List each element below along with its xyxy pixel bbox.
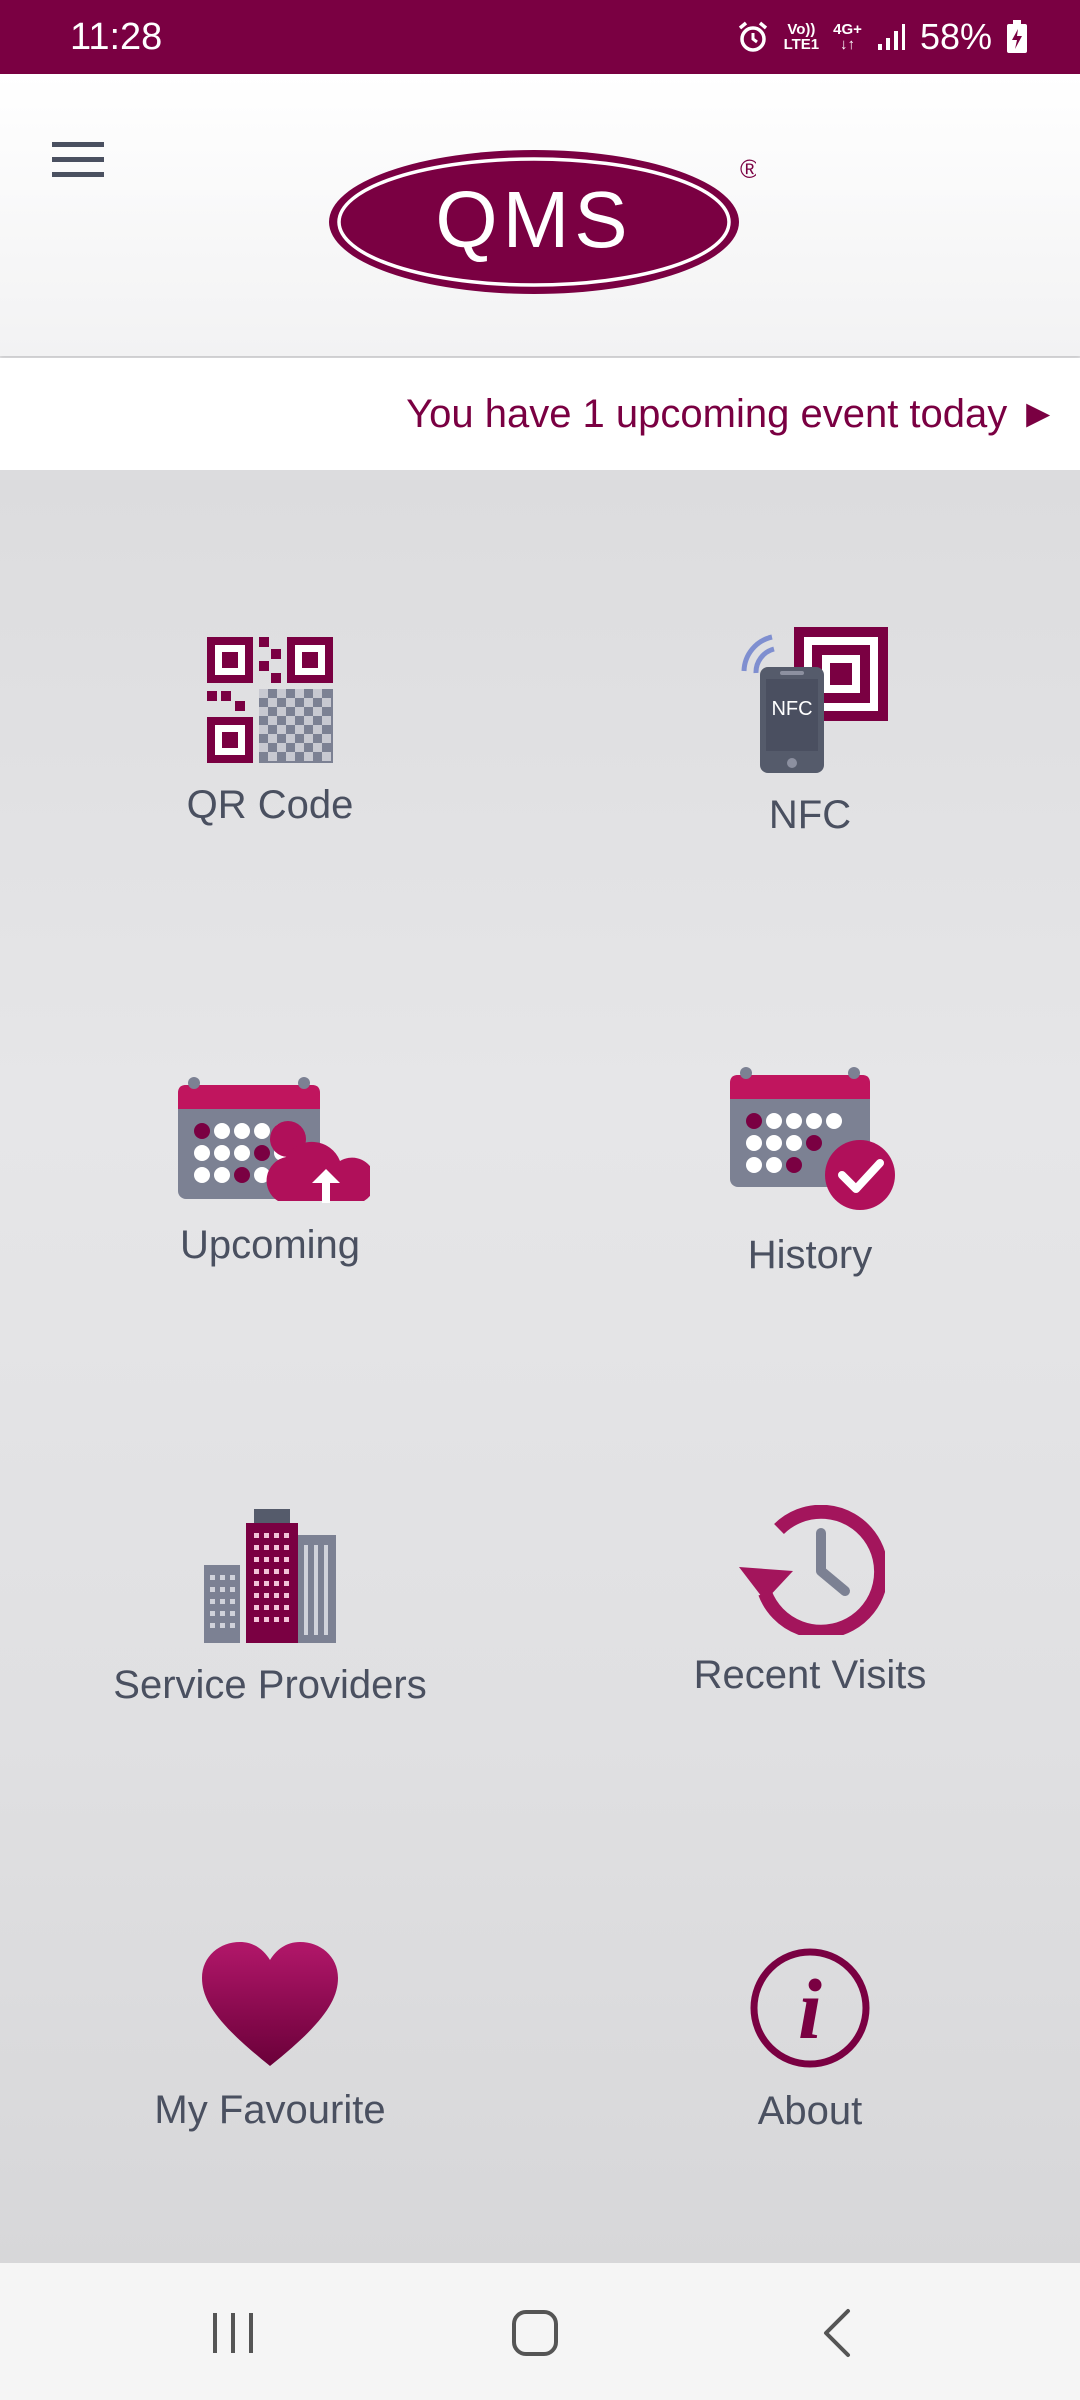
tile-label: Upcoming	[179, 1223, 361, 1267]
calendar-check-icon	[730, 1067, 895, 1210]
menu-grid: QR Code NFC NFC Upcoming History Service…	[0, 470, 1080, 2263]
volte-indicator: Vo)) LTE1	[783, 21, 820, 53]
tile-recent-visits[interactable]: Recent Visits	[540, 1505, 1080, 1698]
upcoming-event-banner[interactable]: You have 1 upcoming event today ►	[0, 358, 1080, 470]
home-icon[interactable]	[495, 2293, 575, 2373]
nfc-phone-icon: NFC	[741, 627, 888, 773]
info-icon: i	[750, 1948, 870, 2068]
svg-text:®: ®	[740, 154, 756, 184]
svg-text:NFC: NFC	[771, 698, 812, 720]
tile-label: Recent Visits	[693, 1653, 927, 1697]
tile-history[interactable]: History	[540, 1065, 1080, 1278]
tile-nfc[interactable]: NFC NFC	[540, 625, 1080, 838]
battery-percent: 58%	[919, 16, 992, 57]
tile-label: NFC	[768, 793, 852, 837]
tile-service-providers[interactable]: Service Providers	[0, 1505, 540, 1708]
recent-apps-icon[interactable]	[193, 2293, 273, 2373]
back-icon[interactable]	[798, 2293, 878, 2373]
heart-icon	[202, 1942, 338, 2066]
system-nav-bar	[0, 2263, 1080, 2400]
app-bar: QMS ®	[0, 74, 1080, 356]
tile-my-favourite[interactable]: My Favourite	[0, 1940, 540, 2133]
buildings-icon	[204, 1509, 336, 1643]
clock-history-icon	[739, 1505, 885, 1635]
tile-label: QR Code	[186, 783, 354, 827]
signal-icon	[877, 24, 905, 50]
status-bar: 11:28 Vo)) LTE1 4G+ ↓↑ 58%	[0, 0, 1080, 74]
qms-logo: QMS ®	[329, 150, 756, 294]
tile-label: My Favourite	[154, 2088, 386, 2132]
tile-label: History	[747, 1233, 873, 1277]
battery-charging-icon	[1007, 20, 1027, 53]
tile-qr-code[interactable]: QR Code	[0, 635, 540, 828]
svg-text:QMS: QMS	[435, 175, 632, 264]
qr-code-icon	[207, 637, 333, 763]
status-time: 11:28	[70, 16, 163, 58]
network-type: 4G+ ↓↑	[833, 21, 862, 53]
alarm-icon	[738, 21, 767, 52]
tile-label: About	[757, 2089, 863, 2133]
hamburger-menu-icon[interactable]	[48, 130, 108, 190]
tile-upcoming[interactable]: Upcoming	[0, 1075, 540, 1268]
upcoming-event-text[interactable]: You have 1 upcoming event today ►	[406, 392, 1080, 437]
calendar-upload-icon	[178, 1077, 370, 1203]
tile-about[interactable]: i About	[540, 1945, 1080, 2134]
svg-text:i: i	[798, 1961, 822, 2057]
tile-label: Service Providers	[113, 1663, 427, 1707]
status-icons: Vo)) LTE1 4G+ ↓↑ 58%	[736, 14, 1028, 60]
